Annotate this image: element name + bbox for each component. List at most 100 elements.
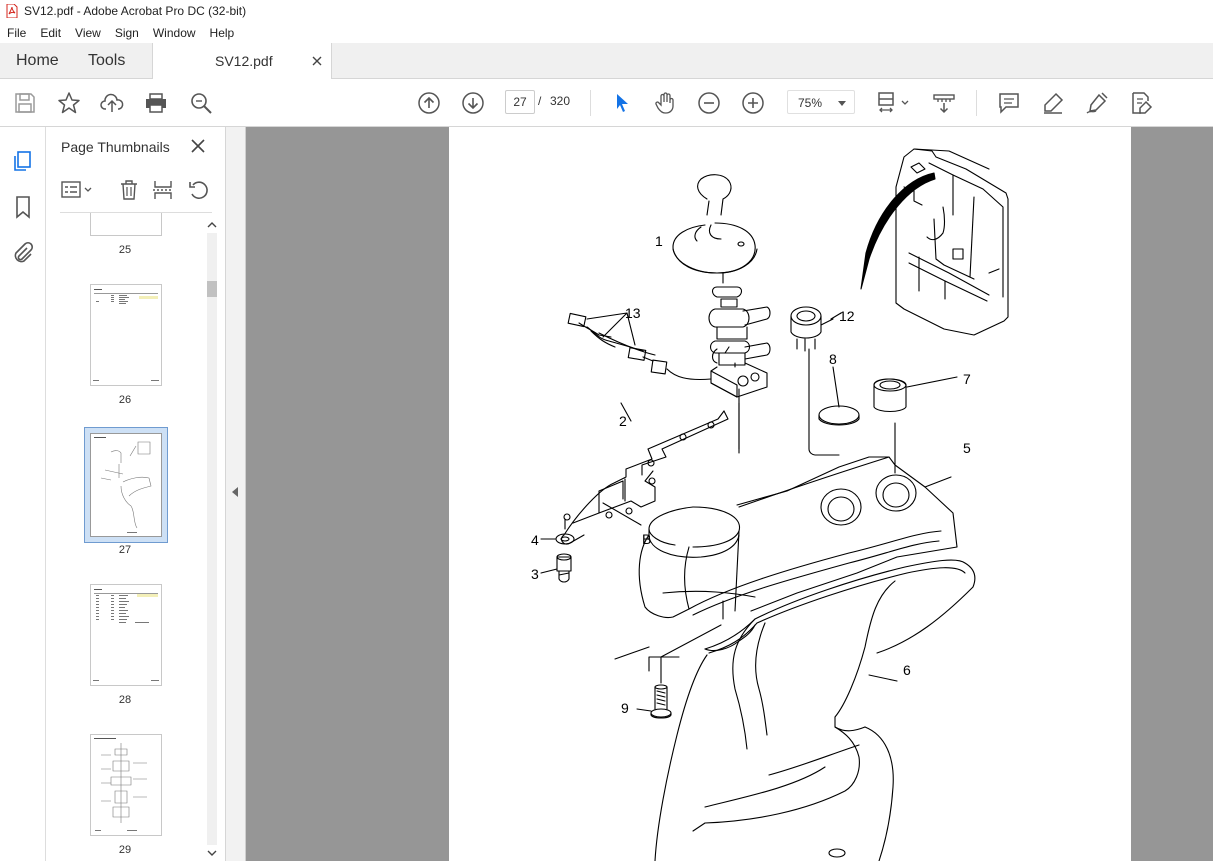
- scroll-up-icon: [207, 222, 217, 228]
- hand-tool-icon[interactable]: [653, 91, 677, 115]
- sign-pen-icon[interactable]: [1085, 91, 1109, 115]
- callout-b: B: [642, 531, 652, 547]
- callout-8: 8: [829, 351, 837, 367]
- part-switch-assembly: [708, 272, 771, 398]
- attachments-paperclip-icon[interactable]: [11, 241, 35, 265]
- panel-title: Page Thumbnails: [61, 139, 170, 155]
- inset-pointer-arrow: [860, 172, 936, 290]
- menu-help[interactable]: Help: [203, 26, 242, 40]
- tab-home[interactable]: Home: [16, 43, 59, 79]
- tab-document[interactable]: SV12.pdf: [152, 43, 332, 79]
- part-5-cover: [638, 348, 958, 619]
- callout-4: 4: [531, 532, 539, 548]
- part-3-screw: [540, 518, 572, 583]
- zoom-in-icon[interactable]: [741, 91, 765, 115]
- zoom-value: 75%: [798, 96, 823, 110]
- menu-sign[interactable]: Sign: [108, 26, 146, 40]
- thumbnail-label: 25: [118, 244, 132, 256]
- exploded-parts-diagram: [540, 148, 1009, 861]
- thumbnail-page-26[interactable]: [90, 284, 162, 386]
- tab-document-label: SV12.pdf: [215, 53, 273, 69]
- document-viewport[interactable]: 1 13 12 8 7 2 5 4 B 3 6 9: [246, 127, 1213, 861]
- insert-page-icon[interactable]: [152, 179, 174, 201]
- page-separator: /: [538, 94, 542, 108]
- thumbnail-scrollbar[interactable]: [204, 219, 220, 859]
- part-1-knob: [672, 174, 758, 274]
- thumbnail-list: 25 26 27 28 29: [46, 213, 204, 861]
- close-tab-icon[interactable]: [311, 54, 323, 66]
- print-icon[interactable]: [144, 91, 168, 115]
- scrollbar-track[interactable]: [207, 233, 217, 845]
- rotate-page-icon[interactable]: [188, 179, 210, 201]
- page-total: 320: [550, 94, 571, 108]
- part-2-bracket: [561, 402, 729, 545]
- window-title: SV12.pdf - Adobe Acrobat Pro DC (32-bit): [24, 4, 247, 18]
- panel-toolbar: [60, 179, 210, 203]
- bookmark-star-icon[interactable]: [57, 91, 81, 115]
- menu-view[interactable]: View: [68, 26, 108, 40]
- toolbar-divider: [590, 90, 591, 116]
- zoom-dropdown[interactable]: 75%: [787, 90, 855, 114]
- menu-edit[interactable]: Edit: [33, 26, 68, 40]
- previous-page-icon[interactable]: [417, 91, 441, 115]
- scroll-down-icon: [207, 850, 217, 856]
- lower-housing-hole: [828, 848, 846, 858]
- thumbnail-page-28[interactable]: [90, 584, 162, 686]
- callout-9: 9: [621, 700, 629, 716]
- bookmarks-icon[interactable]: [11, 195, 35, 219]
- close-panel-icon[interactable]: [190, 138, 206, 154]
- callout-3: 3: [531, 566, 539, 582]
- chevron-down-icon: [838, 101, 846, 106]
- edit-document-icon[interactable]: [1129, 91, 1153, 115]
- truck-inset-drawing: [895, 148, 1009, 336]
- callout-7: 7: [963, 371, 971, 387]
- thumbnail-page-29[interactable]: [90, 734, 162, 836]
- left-navigation-rail: [0, 127, 46, 861]
- part-4-washer: [540, 533, 575, 545]
- next-page-icon[interactable]: [461, 91, 485, 115]
- thumbnail-label: 29: [118, 844, 132, 856]
- delete-page-trash-icon[interactable]: [118, 179, 140, 201]
- comment-icon[interactable]: [997, 91, 1021, 115]
- part-12-key-switch: [790, 306, 834, 352]
- callout-1: 1: [655, 233, 663, 249]
- callout-5: 5: [963, 440, 971, 456]
- callout-b-leader: [602, 502, 642, 526]
- callout-12: 12: [839, 308, 855, 324]
- tab-bar: Home Tools SV12.pdf: [0, 43, 1213, 79]
- panel-collapse-splitter[interactable]: [226, 127, 246, 861]
- save-icon[interactable]: [13, 91, 37, 115]
- menu-file[interactable]: File: [0, 26, 33, 40]
- part-7-hour-meter: [873, 376, 958, 413]
- part-8-plug: [818, 366, 860, 426]
- thumbnail-label: 27: [118, 544, 132, 556]
- highlight-pen-icon[interactable]: [1041, 91, 1065, 115]
- thumbnail-label: 28: [118, 694, 132, 706]
- page-number-input[interactable]: 27: [505, 90, 535, 114]
- collapse-arrow-icon[interactable]: [232, 487, 238, 497]
- upload-cloud-icon[interactable]: [100, 91, 124, 115]
- scroll-mode-icon[interactable]: [932, 91, 956, 115]
- zoom-out-icon[interactable]: [697, 91, 721, 115]
- callout-6: 6: [903, 662, 911, 678]
- toolbar: 27 / 320 75%: [0, 79, 1213, 127]
- select-cursor-icon[interactable]: [610, 91, 634, 115]
- zoom-search-icon[interactable]: [189, 91, 213, 115]
- tab-tools[interactable]: Tools: [88, 43, 125, 79]
- menu-bar: File Edit View Sign Window Help: [0, 22, 1213, 43]
- page-thumbnails-icon[interactable]: [11, 149, 35, 173]
- part-9-bolt: [636, 624, 722, 719]
- callout-6-leader: [868, 674, 898, 682]
- menu-window[interactable]: Window: [146, 26, 203, 40]
- page-fit-icon[interactable]: [876, 91, 912, 115]
- callout-2: 2: [619, 413, 627, 429]
- acrobat-app-icon: [6, 4, 18, 18]
- thumbnail-options-icon[interactable]: [60, 179, 96, 201]
- pdf-page: 1 13 12 8 7 2 5 4 B 3 6 9: [449, 127, 1131, 861]
- part-13-wire-harness: [567, 312, 712, 381]
- thumbnail-label: 26: [118, 394, 132, 406]
- thumbnail-page-25[interactable]: [90, 213, 162, 236]
- thumbnail-page-27[interactable]: [90, 433, 162, 537]
- callout-13: 13: [625, 305, 641, 321]
- scrollbar-thumb[interactable]: [207, 281, 217, 297]
